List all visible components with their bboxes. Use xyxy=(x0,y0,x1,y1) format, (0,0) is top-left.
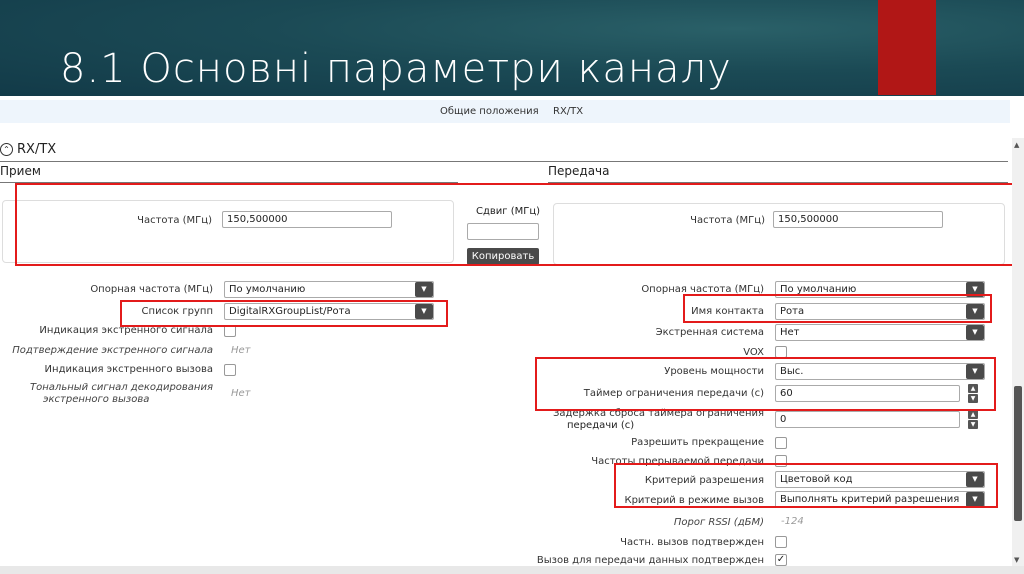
rx-title: Прием xyxy=(0,164,41,178)
chevron-down-icon: ▼ xyxy=(415,282,433,297)
slide-title: 8.1 Основні параметри каналу xyxy=(60,46,732,92)
emerg-ack-label: Подтверждение экстренного сигнала xyxy=(12,345,213,356)
emerg-system-label: Экстренная система xyxy=(655,327,764,338)
highlight-group-list xyxy=(120,300,448,327)
emerg-system-value: Нет xyxy=(780,327,800,338)
rx-ref-freq-value: По умолчанию xyxy=(229,284,306,295)
chevron-down-icon[interactable]: ▼ xyxy=(968,420,978,429)
tab-general[interactable]: Общие положения xyxy=(440,106,539,117)
scrollbar[interactable]: ▲ ▼ xyxy=(1012,138,1024,568)
divider xyxy=(0,161,1008,162)
tone-value: Нет xyxy=(231,388,251,399)
emerg-ack-value: Нет xyxy=(231,345,251,356)
rssi-label: Порог RSSI (дБМ) xyxy=(673,517,764,528)
allow-interrupt-checkbox[interactable] xyxy=(775,437,787,449)
chevron-down-icon: ▼ xyxy=(966,325,984,340)
emerg-system-select[interactable]: Нет ▼ xyxy=(775,324,985,341)
highlight-power-tot xyxy=(535,357,996,411)
section-title: RX/TX xyxy=(17,142,57,157)
rssi-value: -124 xyxy=(781,516,804,527)
decorative-red-bar xyxy=(878,0,936,95)
data-ack-label: Вызов для передачи данных подтвержден xyxy=(536,555,764,566)
collapse-icon[interactable]: ⌃ xyxy=(0,143,13,156)
tone-label-2: экстренного вызова xyxy=(43,394,150,405)
private-ack-label: Частн. вызов подтвержден xyxy=(620,537,764,548)
emerg-call-checkbox[interactable] xyxy=(224,364,236,376)
bottom-bar xyxy=(0,566,1024,574)
allow-interrupt-label: Разрешить прекращение xyxy=(631,437,764,448)
rx-ref-freq-label: Опорная частота (МГц) xyxy=(90,284,213,295)
emerg-call-label: Индикация экстренного вызова xyxy=(44,364,213,375)
rx-ref-freq-select[interactable]: По умолчанию ▼ xyxy=(224,281,434,298)
tot-delay-stepper[interactable]: ▲ ▼ xyxy=(968,410,978,430)
data-ack-checkbox[interactable]: ✓ xyxy=(775,554,787,566)
highlight-contact xyxy=(683,294,992,323)
tab-rxtx[interactable]: RX/TX xyxy=(553,106,583,117)
private-ack-checkbox[interactable] xyxy=(775,536,787,548)
scrollbar-thumb[interactable] xyxy=(1014,386,1022,521)
chevron-up-icon[interactable]: ▲ xyxy=(968,410,978,419)
scroll-up-icon[interactable]: ▲ xyxy=(1014,141,1019,149)
tab-bar: Общие положения RX/TX xyxy=(0,100,1010,123)
highlight-frequency xyxy=(15,183,1016,266)
tx-title: Передача xyxy=(548,164,610,178)
scroll-down-icon[interactable]: ▼ xyxy=(1014,556,1019,564)
tone-label: Тональный сигнал декодирования xyxy=(30,382,213,393)
tot-delay-input[interactable]: 0 xyxy=(775,411,960,428)
tot-delay-label-2: передачи (с) xyxy=(567,420,635,431)
highlight-admit xyxy=(614,463,998,508)
